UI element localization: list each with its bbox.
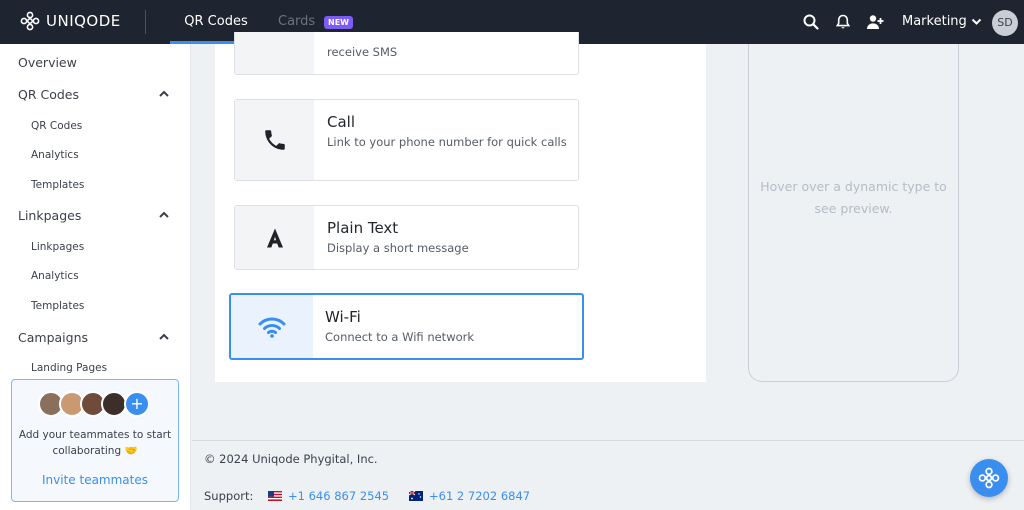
logo-text: UNIQODE	[46, 12, 121, 30]
qr-type-description: Link to your phone number for quick call…	[327, 135, 567, 149]
support-label: Support:	[204, 489, 254, 503]
invite-message: Add your teammates to start collaboratin…	[18, 429, 172, 457]
qr-type-sms[interactable]: receive SMS	[234, 32, 579, 75]
sidebar-item-qr-codes[interactable]: QR Codes	[31, 120, 82, 132]
phone-icon	[264, 130, 285, 150]
sidebar-item-overview[interactable]: Overview	[18, 55, 77, 70]
chevron-up-icon[interactable]	[158, 88, 170, 100]
chevron-up-icon[interactable]	[158, 209, 170, 221]
qr-type-wifi[interactable]: Wi-Fi Connect to a Wifi network	[229, 293, 584, 360]
qr-type-call[interactable]: Call Link to your phone number for quick…	[234, 99, 579, 181]
phone-number[interactable]: +61 2 7202 6847	[429, 489, 530, 503]
support-phone-us[interactable]: +1 646 867 2545	[268, 489, 389, 503]
sidebar: Overview QR Codes QR Codes Analytics Tem…	[0, 44, 191, 510]
invite-teammates-link[interactable]: Invite teammates	[12, 473, 178, 487]
au-flag-icon	[409, 491, 423, 501]
wifi-icon	[258, 317, 286, 338]
app-logo[interactable]: UNIQODE	[20, 11, 121, 31]
add-teammate-icon[interactable]: +	[124, 391, 150, 417]
chevron-up-icon[interactable]	[158, 331, 170, 343]
nav-divider	[145, 10, 146, 34]
footer-divider	[192, 440, 1024, 441]
sidebar-section-linkpages[interactable]: Linkpages	[18, 208, 81, 223]
support-phone-au[interactable]: +61 2 7202 6847	[409, 489, 530, 503]
workspace-switcher[interactable]: Marketing	[902, 14, 982, 29]
sidebar-section-campaigns[interactable]: Campaigns	[18, 330, 88, 345]
qr-type-description: Display a short message	[327, 241, 469, 255]
invite-teammates-card: + Add your teammates to start collaborat…	[11, 379, 179, 502]
add-user-icon[interactable]	[866, 13, 884, 31]
preview-placeholder: Hover over a dynamic type to see preview…	[760, 179, 947, 216]
qr-type-description: receive SMS	[327, 45, 398, 59]
sms-icon	[235, 32, 314, 74]
qr-type-title: Call	[327, 113, 356, 131]
copyright-text: © 2024 Uniqode Phygital, Inc.	[204, 452, 378, 466]
phone-icon-box	[235, 100, 314, 180]
sidebar-section-qr-codes[interactable]: QR Codes	[18, 87, 79, 102]
bell-icon[interactable]	[834, 13, 852, 31]
text-a-icon-box	[235, 206, 314, 269]
phone-number[interactable]: +1 646 867 2545	[288, 489, 389, 503]
new-badge: NEW	[324, 16, 353, 29]
sidebar-item-qr-analytics[interactable]: Analytics	[31, 149, 79, 161]
wifi-icon-box	[231, 295, 313, 358]
sidebar-item-linkpages-analytics[interactable]: Analytics	[31, 270, 79, 282]
qr-type-plain-text[interactable]: Plain Text Display a short message	[234, 205, 579, 270]
user-avatar[interactable]: SD	[992, 10, 1018, 36]
help-chat-button[interactable]	[970, 459, 1008, 497]
teammate-avatars: +	[38, 391, 150, 417]
chevron-down-icon	[971, 18, 982, 25]
sidebar-item-linkpages-templates[interactable]: Templates	[31, 300, 84, 312]
qr-type-title: Wi-Fi	[325, 308, 361, 326]
sidebar-item-landing-pages[interactable]: Landing Pages	[31, 362, 107, 374]
workspace-label: Marketing	[902, 14, 967, 29]
qr-type-title: Plain Text	[327, 219, 399, 237]
phone-preview-frame: Hover over a dynamic type to see preview…	[748, 44, 959, 382]
us-flag-icon	[268, 491, 282, 501]
text-a-icon	[266, 228, 283, 247]
logo-icon	[20, 11, 40, 31]
sidebar-item-linkpages[interactable]: Linkpages	[31, 241, 84, 253]
logo-icon	[978, 467, 1000, 489]
sidebar-item-qr-templates[interactable]: Templates	[31, 179, 84, 191]
search-icon[interactable]	[802, 13, 820, 31]
qr-type-description: Connect to a Wifi network	[325, 330, 475, 344]
